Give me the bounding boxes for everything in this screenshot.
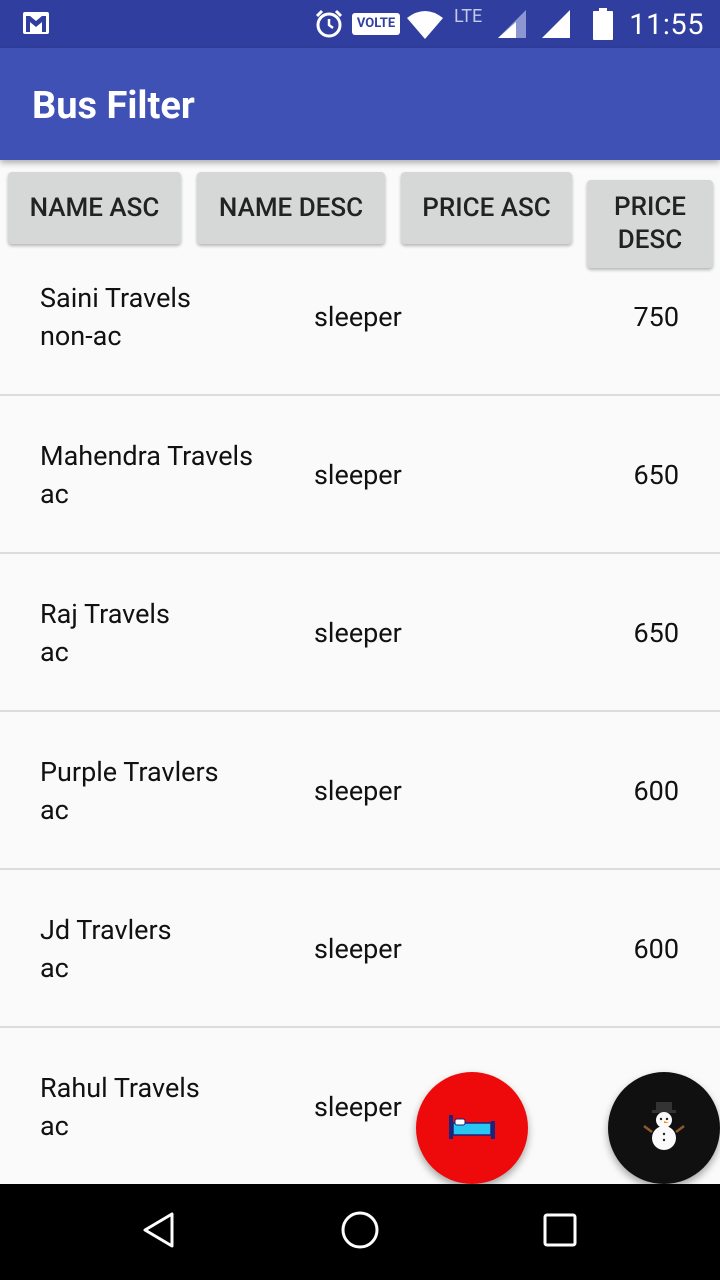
sort-price-asc-label: PRICE ASC <box>422 192 551 223</box>
sort-price-desc-label-line2: DESC <box>617 225 683 255</box>
bus-row[interactable]: Purple Travlers ac sleeper 600 <box>0 712 720 870</box>
recents-button[interactable] <box>520 1184 600 1280</box>
sleeper-filter-fab[interactable] <box>416 1072 528 1184</box>
bus-price: 600 <box>633 775 679 807</box>
volte-badge: VOLTE <box>352 13 400 35</box>
bus-ac-type: ac <box>40 952 69 984</box>
bus-name: Raj Travels <box>40 598 170 630</box>
bed-icon <box>447 1111 497 1145</box>
app-bar: Bus Filter <box>0 48 720 160</box>
sort-name-asc-label: NAME ASC <box>29 192 160 223</box>
bus-seat-type: sleeper <box>314 1091 402 1123</box>
battery-icon <box>592 8 614 44</box>
bus-price: 750 <box>633 301 679 333</box>
bus-price: 650 <box>633 617 679 649</box>
bus-ac-type: ac <box>40 1110 69 1142</box>
back-button[interactable] <box>120 1184 200 1280</box>
home-icon <box>340 1210 380 1254</box>
bus-ac-type: ac <box>40 636 69 668</box>
sort-price-desc-button[interactable]: PRICE DESC <box>587 180 713 268</box>
home-button[interactable] <box>320 1184 400 1280</box>
bus-price: 650 <box>633 459 679 491</box>
bus-seat-type: sleeper <box>314 775 402 807</box>
sort-name-asc-button[interactable]: NAME ASC <box>8 172 181 244</box>
snowman-icon <box>642 1100 686 1156</box>
app-title: Bus Filter <box>32 84 195 128</box>
bus-name: Purple Travlers <box>40 756 219 788</box>
bus-seat-type: sleeper <box>314 301 402 333</box>
clock: 11:55 <box>629 8 704 42</box>
bus-name: Saini Travels <box>40 282 191 314</box>
signal-icon-2 <box>540 8 572 44</box>
sort-name-desc-label: NAME DESC <box>218 192 364 223</box>
bus-name: Mahendra Travels <box>40 440 254 472</box>
wifi-icon <box>406 10 444 44</box>
bus-row[interactable]: Raj Travels ac sleeper 650 <box>0 554 720 712</box>
bus-name: Rahul Travels <box>40 1072 200 1104</box>
status-bar: VOLTE LTE 11:55 <box>0 0 720 48</box>
gmail-icon <box>22 11 50 39</box>
bus-ac-type: ac <box>40 478 69 510</box>
bus-seat-type: sleeper <box>314 933 402 965</box>
sort-price-asc-button[interactable]: PRICE ASC <box>401 172 572 244</box>
bus-row[interactable]: Jd Travlers ac sleeper 600 <box>0 870 720 1028</box>
bus-seat-type: sleeper <box>314 617 402 649</box>
bus-ac-type: ac <box>40 794 69 826</box>
bus-row[interactable]: Mahendra Travels ac sleeper 650 <box>0 396 720 554</box>
sort-name-desc-button[interactable]: NAME DESC <box>197 172 385 244</box>
bus-price: 600 <box>633 933 679 965</box>
navigation-bar <box>0 1184 720 1280</box>
ac-filter-fab[interactable] <box>608 1072 720 1184</box>
sort-price-desc-label-line1: PRICE <box>614 192 686 222</box>
lte-label: LTE <box>454 6 483 27</box>
volte-label: VOLTE <box>356 16 396 31</box>
signal-icon <box>496 8 528 44</box>
back-icon <box>140 1210 180 1254</box>
recents-icon <box>542 1212 578 1252</box>
bus-ac-type: non-ac <box>40 320 122 352</box>
alarm-icon <box>314 9 344 43</box>
bus-seat-type: sleeper <box>314 459 402 491</box>
bus-name: Jd Travlers <box>40 914 172 946</box>
